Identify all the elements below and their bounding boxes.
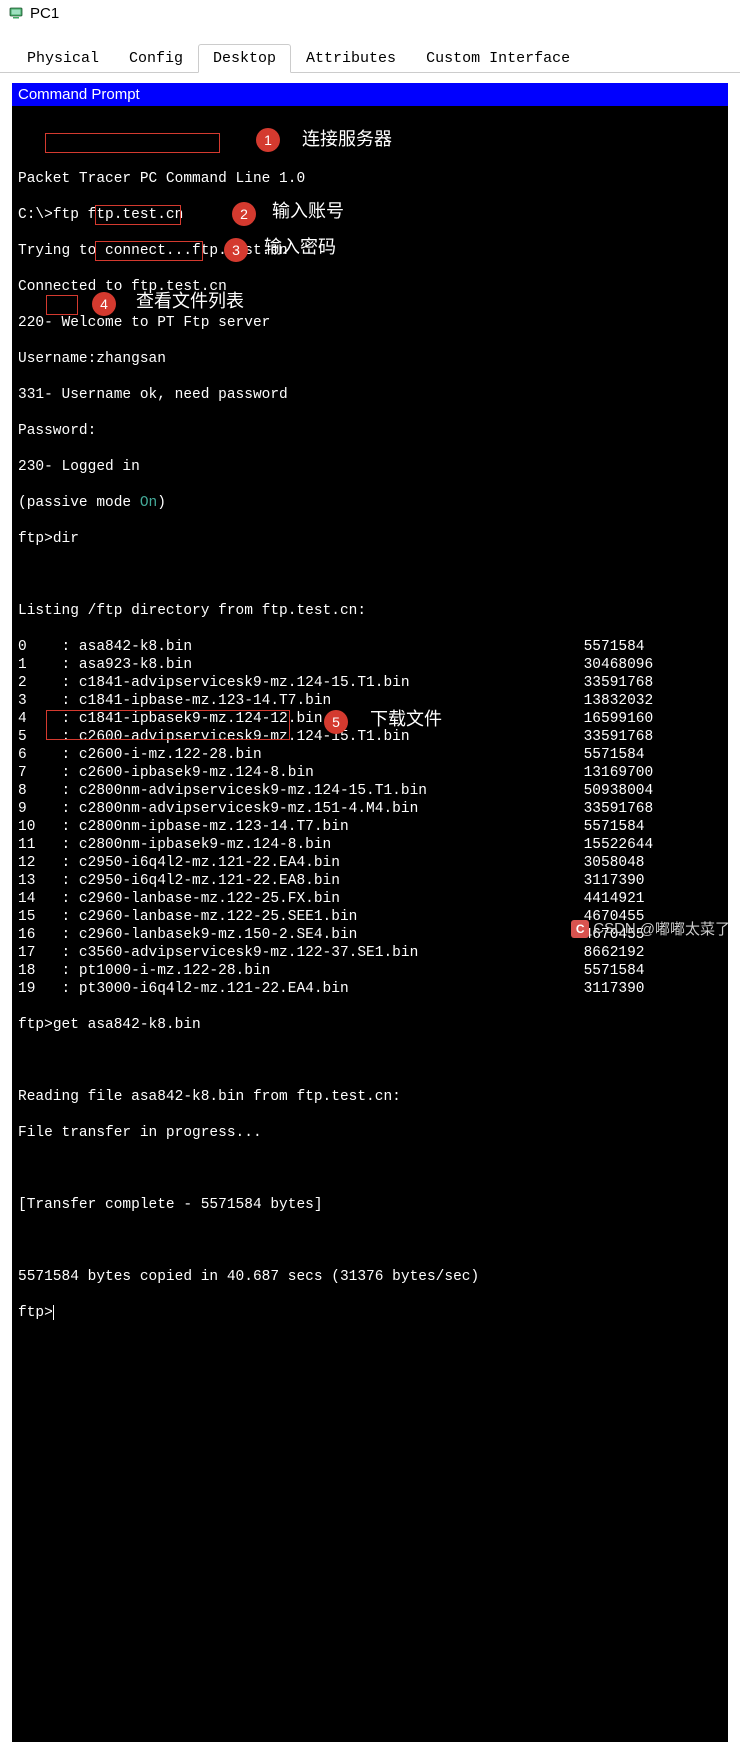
terminal-line: 5571584 bytes copied in 40.687 secs (313… — [18, 1268, 722, 1286]
file-row: 11 : c2800nm-ipbasek9-mz.124-8.bin 15522… — [18, 836, 722, 854]
file-row: 17 : c3560-advipservicesk9-mz.122-37.SE1… — [18, 944, 722, 962]
terminal-line: Reading file asa842-k8.bin from ftp.test… — [18, 1088, 722, 1106]
tab-config[interactable]: Config — [114, 44, 198, 72]
terminal-line: File transfer in progress... — [18, 1124, 722, 1142]
terminal-line: Packet Tracer PC Command Line 1.0 — [18, 170, 722, 188]
tab-bar: Physical Config Desktop Attributes Custo… — [0, 26, 740, 73]
terminal-line: C:\>ftp ftp.test.cn — [18, 206, 722, 224]
terminal-line — [18, 1052, 722, 1070]
file-row: 10 : c2800nm-ipbase-mz.123-14.T7.bin 557… — [18, 818, 722, 836]
tab-desktop[interactable]: Desktop — [198, 44, 291, 73]
terminal-line: [Transfer complete - 5571584 bytes] — [18, 1196, 722, 1214]
watermark-site: CSDN — [593, 920, 636, 937]
cursor — [53, 1305, 54, 1320]
terminal-line: Listing /ftp directory from ftp.test.cn: — [18, 602, 722, 620]
file-row: 19 : pt3000-i6q4l2-mz.121-22.EA4.bin 311… — [18, 980, 722, 998]
watermark: C CSDN @嘟嘟太菜了 — [571, 918, 730, 939]
file-row: 13 : c2950-i6q4l2-mz.121-22.EA8.bin 3117… — [18, 872, 722, 890]
terminal-line: Connected to ftp.test.cn — [18, 278, 722, 296]
annotation-box-4 — [46, 295, 78, 315]
command-prompt-title: Command Prompt — [12, 83, 728, 106]
terminal-line: Trying to connect...ftp.test.cn — [18, 242, 722, 260]
file-row: 3 : c1841-ipbase-mz.123-14.T7.bin 138320… — [18, 692, 722, 710]
file-row: 12 : c2950-i6q4l2-mz.121-22.EA4.bin 3058… — [18, 854, 722, 872]
terminal-line: ftp>get asa842-k8.bin — [18, 1016, 722, 1034]
tab-attributes[interactable]: Attributes — [291, 44, 411, 72]
terminal-line: ftp> — [18, 1304, 722, 1322]
terminal-line: 220- Welcome to PT Ftp server — [18, 314, 722, 332]
terminal-line — [18, 1232, 722, 1250]
file-row: 4 : c1841-ipbasek9-mz.124-12.bin 1659916… — [18, 710, 722, 728]
file-row: 9 : c2800nm-advipservicesk9-mz.151-4.M4.… — [18, 800, 722, 818]
content-area: Command Prompt Packet Tracer PC Command … — [0, 73, 740, 1752]
terminal-line — [18, 566, 722, 584]
terminal-line: Password: — [18, 422, 722, 440]
tab-physical[interactable]: Physical — [12, 44, 114, 72]
terminal-line: 331- Username ok, need password — [18, 386, 722, 404]
window-title: PC1 — [30, 5, 59, 22]
terminal-line: ftp>dir — [18, 530, 722, 548]
terminal-line — [18, 1160, 722, 1178]
terminal-line: Username:zhangsan — [18, 350, 722, 368]
terminal-line: 230- Logged in — [18, 458, 722, 476]
file-row: 5 : c2600-advipservicesk9-mz.124-15.T1.b… — [18, 728, 722, 746]
app-window: PC1 Physical Config Desktop Attributes C… — [0, 0, 740, 1752]
file-row: 2 : c1841-advipservicesk9-mz.124-15.T1.b… — [18, 674, 722, 692]
file-row: 14 : c2960-lanbase-mz.122-25.FX.bin 4414… — [18, 890, 722, 908]
file-row: 7 : c2600-ipbasek9-mz.124-8.bin 13169700 — [18, 764, 722, 782]
tab-custom-interface[interactable]: Custom Interface — [411, 44, 585, 72]
terminal-line: (passive mode On) — [18, 494, 722, 512]
file-row: 18 : pt1000-i-mz.122-28.bin 5571584 — [18, 962, 722, 980]
pc-icon — [8, 5, 24, 21]
csdn-icon: C — [571, 920, 589, 938]
file-row: 8 : c2800nm-advipservicesk9-mz.124-15.T1… — [18, 782, 722, 800]
file-row: 6 : c2600-i-mz.122-28.bin 5571584 — [18, 746, 722, 764]
title-bar[interactable]: PC1 — [0, 0, 740, 26]
terminal-line — [18, 134, 722, 152]
file-row: 0 : asa842-k8.bin 5571584 — [18, 638, 722, 656]
file-row: 1 : asa923-k8.bin 30468096 — [18, 656, 722, 674]
watermark-user: @嘟嘟太菜了 — [640, 918, 730, 939]
